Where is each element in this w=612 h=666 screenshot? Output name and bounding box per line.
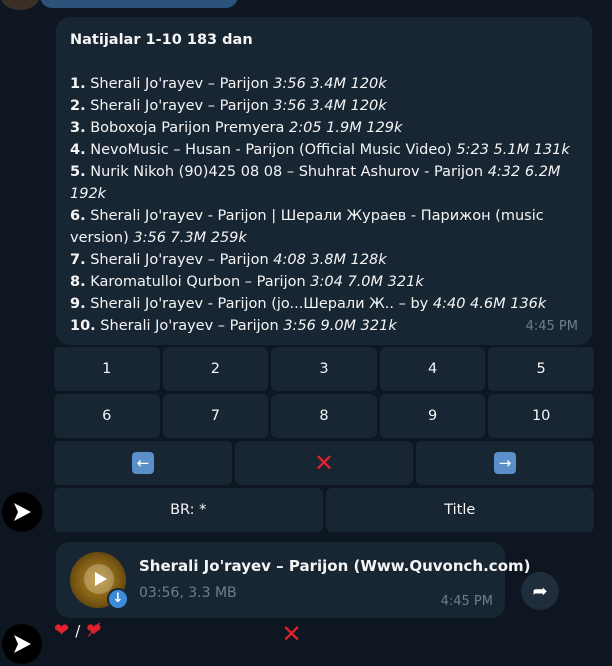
- result-title: NevoMusic – Husan - Parijon (Official Mu…: [85, 142, 457, 158]
- result-meta: 3:56 3.4M 120k: [273, 98, 387, 114]
- result-number: 9.: [70, 296, 86, 312]
- right-arrow-icon: →: [494, 452, 516, 474]
- result-meta: 3:04 7.0M 321k: [310, 274, 424, 290]
- previous-message-bubble: [40, 0, 238, 8]
- result-title: Boboxoja Parijon Premyera: [85, 120, 289, 136]
- forward-button[interactable]: ➦: [521, 572, 559, 610]
- result-item: 4. NevoMusic – Husan - Parijon (Official…: [70, 139, 578, 161]
- result-item: 2. Sherali Jo'rayev – Parijon 3:56 3.4M …: [70, 95, 578, 117]
- results-heading: Natijalar 1-10 183 dan: [70, 32, 253, 48]
- download-icon[interactable]: ↓: [107, 588, 129, 610]
- audio-keyboard-row: ❤ / ❤̸ ✕: [54, 620, 506, 664]
- result-item: 8. Karomatulloi Qurbon – Parijon 3:04 7.…: [70, 271, 578, 293]
- result-number: 3.: [70, 120, 86, 136]
- result-meta: 3:56 9.0M 321k: [283, 318, 397, 334]
- result-item: 3. Boboxoja Parijon Premyera 2:05 1.9M 1…: [70, 117, 578, 139]
- result-button-9[interactable]: 9: [379, 394, 486, 438]
- result-title: Sherali Jo'rayev - Parijon (jo...Шерали …: [85, 296, 433, 312]
- result-number: 8.: [70, 274, 86, 290]
- result-meta: 4:08 3.8M 128k: [273, 252, 387, 268]
- result-button-7[interactable]: 7: [162, 394, 269, 438]
- result-item: 5. Nurik Nikoh (90)425 08 08 – Shuhrat A…: [70, 161, 578, 205]
- result-number: 7.: [70, 252, 86, 268]
- cross-mark-icon: ✕: [313, 449, 335, 477]
- options-keyboard-row: BR: * Title: [54, 488, 594, 532]
- left-arrow-icon: ←: [132, 452, 154, 474]
- result-button-5[interactable]: 5: [488, 347, 594, 391]
- previous-page-button[interactable]: ←: [54, 441, 232, 485]
- number-keyboard-row-2: 6 7 8 9 10: [54, 394, 594, 438]
- result-number: 1.: [70, 76, 86, 92]
- result-meta: 4:40 4.6M 136k: [432, 296, 547, 312]
- result-number: 5.: [70, 164, 86, 180]
- result-button-3[interactable]: 3: [271, 347, 377, 391]
- result-meta: 2:05 1.9M 129k: [289, 120, 403, 136]
- close-results-button[interactable]: ✕: [235, 441, 413, 485]
- audio-duration-size: 03:56, 3.3 MB: [139, 585, 237, 601]
- bot-avatar[interactable]: [2, 492, 42, 532]
- broken-heart-icon: ❤̸: [86, 620, 102, 641]
- next-page-button[interactable]: →: [416, 441, 594, 485]
- result-meta: 3:56 7.3M 259k: [133, 230, 247, 246]
- navigation-keyboard-row: ← ✕ →: [54, 441, 594, 485]
- result-item: 1. Sherali Jo'rayev – Parijon 3:56 3.4M …: [70, 73, 578, 95]
- result-number: 6.: [70, 208, 86, 224]
- like-dislike-button[interactable]: ❤ / ❤̸: [54, 620, 279, 664]
- number-keyboard-row-1: 1 2 3 4 5: [54, 347, 594, 391]
- result-item: 7. Sherali Jo'rayev – Parijon 4:08 3.8M …: [70, 249, 578, 271]
- audio-message: ↓ Sherali Jo'rayev – Parijon (Www.Quvonc…: [56, 542, 531, 618]
- audio-title: Sherali Jo'rayev – Parijon (Www.Quvonch.…: [139, 557, 531, 575]
- audio-message-time: 4:45 PM: [440, 594, 493, 609]
- close-audio-button[interactable]: ✕: [282, 620, 507, 664]
- result-number: 4.: [70, 142, 86, 158]
- message-time: 4:45 PM: [525, 319, 578, 334]
- cross-mark-icon: ✕: [281, 620, 302, 648]
- result-number: 2.: [70, 98, 86, 114]
- results-list: 1. Sherali Jo'rayev – Parijon 3:56 3.4M …: [70, 73, 578, 337]
- result-button-8[interactable]: 8: [271, 394, 377, 438]
- forward-arrow-icon: ➦: [532, 580, 548, 602]
- result-button-6[interactable]: 6: [54, 394, 160, 438]
- bitrate-button[interactable]: BR: *: [54, 488, 323, 532]
- result-title: Sherali Jo'rayev – Parijon: [85, 76, 274, 92]
- result-title: Sherali Jo'rayev – Parijon: [85, 98, 274, 114]
- play-logo-icon: [14, 635, 31, 653]
- result-title: Nurik Nikoh (90)425 08 08 – Shuhrat Ashu…: [85, 164, 488, 180]
- result-meta: 5:23 5.1M 131k: [456, 142, 570, 158]
- result-button-1[interactable]: 1: [54, 347, 160, 391]
- result-title: Karomatulloi Qurbon – Parijon: [85, 274, 311, 290]
- result-item: 10. Sherali Jo'rayev – Parijon 3:56 9.0M…: [70, 315, 578, 337]
- partial-avatar: [0, 0, 40, 10]
- result-item: 6. Sherali Jo'rayev - Parijon | Шерали Ж…: [70, 205, 578, 249]
- result-number: 10.: [70, 318, 96, 334]
- title-button[interactable]: Title: [325, 488, 594, 532]
- result-button-2[interactable]: 2: [162, 347, 269, 391]
- result-title: Sherali Jo'rayev – Parijon: [95, 318, 284, 334]
- search-results-message: Natijalar 1-10 183 dan 1. Sherali Jo'ray…: [56, 17, 592, 345]
- result-title: Sherali Jo'rayev – Parijon: [85, 252, 274, 268]
- play-icon[interactable]: [84, 564, 114, 594]
- heart-icon: ❤: [54, 620, 70, 641]
- bot-avatar-2[interactable]: [2, 624, 42, 664]
- result-meta: 3:56 3.4M 120k: [273, 76, 387, 92]
- play-logo-icon: [14, 503, 31, 521]
- result-button-4[interactable]: 4: [379, 347, 486, 391]
- result-item: 9. Sherali Jo'rayev - Parijon (jo...Шера…: [70, 293, 578, 315]
- separator: /: [75, 622, 81, 640]
- result-button-10[interactable]: 10: [488, 394, 594, 438]
